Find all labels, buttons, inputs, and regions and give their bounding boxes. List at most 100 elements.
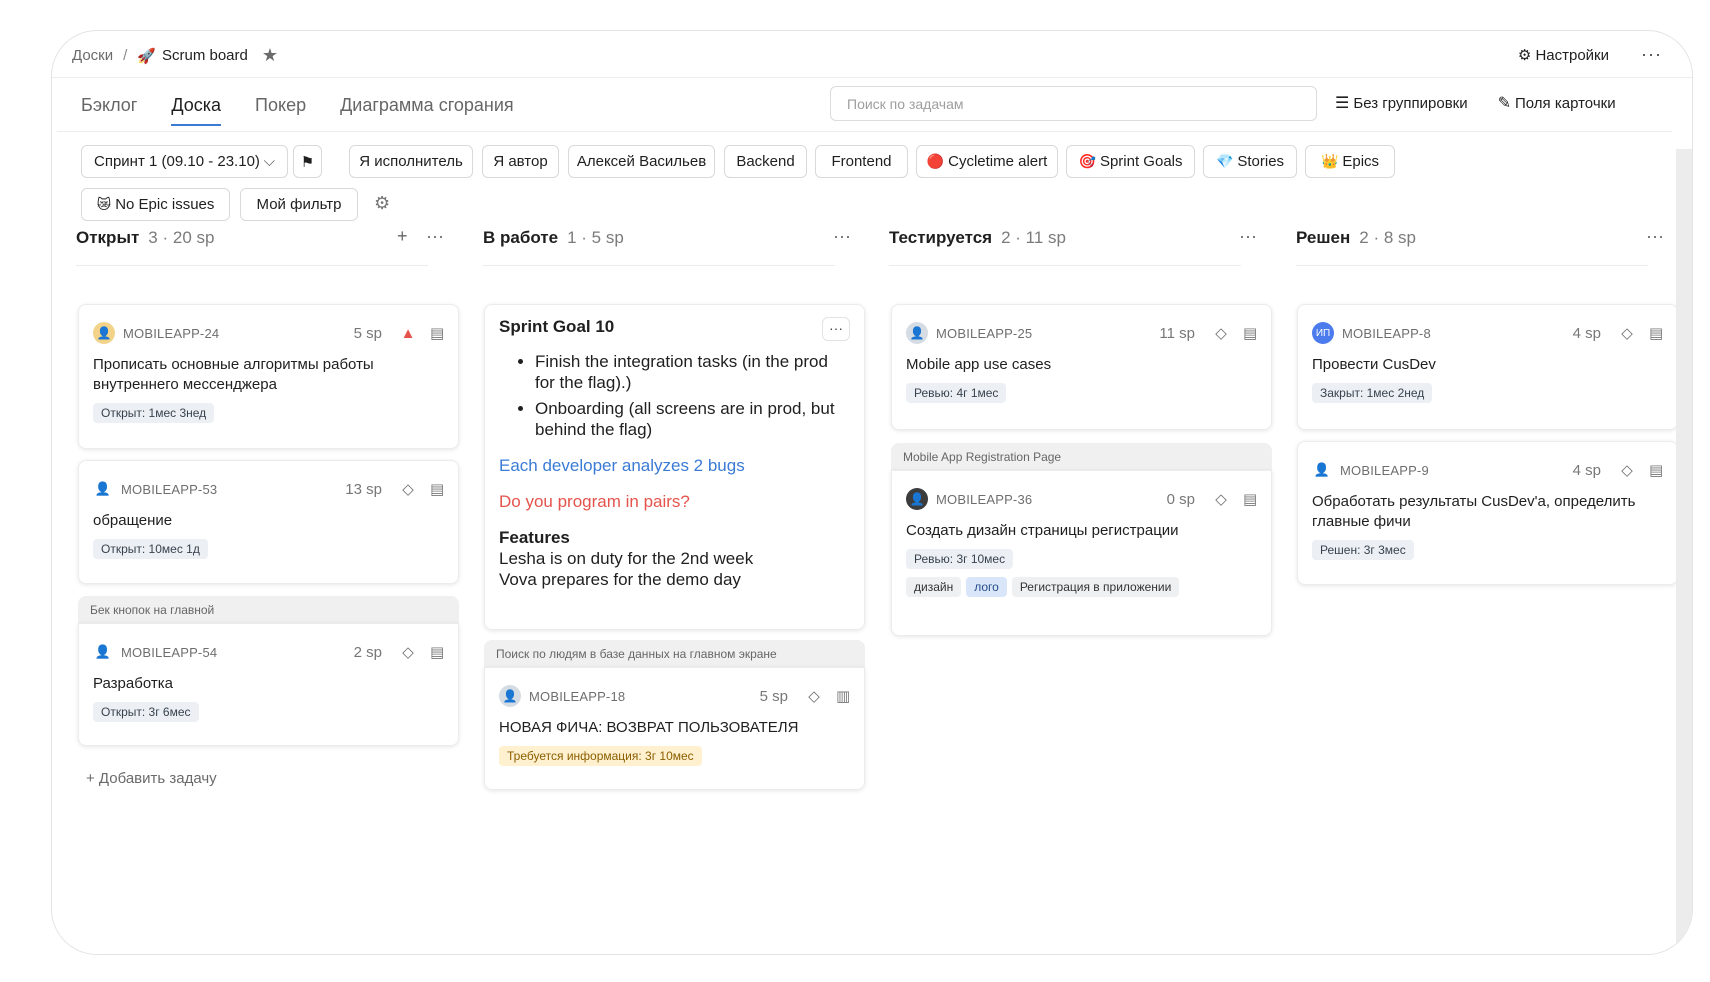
column-meta: 3 · 20 sp (148, 228, 215, 247)
more-menu-icon[interactable]: ··· (1641, 44, 1662, 65)
task-card[interactable]: 👤 MOBILEAPP-24 5 sp ▲ ▤ Прописать основн… (78, 304, 459, 449)
task-key[interactable]: MOBILEAPP-24 (123, 326, 219, 341)
story-points: 13 sp (345, 480, 382, 498)
chip-label: Мой фильтр (256, 196, 342, 213)
task-key[interactable]: MOBILEAPP-54 (121, 645, 217, 660)
diamond-icon: ◇ (1621, 325, 1633, 342)
settings-label: Настройки (1535, 46, 1610, 64)
more-icon[interactable]: ··· (833, 226, 851, 247)
task-card[interactable]: 👤 MOBILEAPP-25 11 sp ◇ ▤ Mobile app use … (891, 304, 1272, 430)
more-icon[interactable]: ··· (822, 317, 850, 341)
tag[interactable]: лого (966, 577, 1007, 597)
tab-poker[interactable]: Покер (255, 95, 306, 126)
diamond-icon: ◇ (402, 481, 414, 498)
list-item: Finish the integration tasks (in the pro… (535, 351, 850, 393)
filter-chip-frontend[interactable]: Frontend (815, 145, 908, 178)
star-icon[interactable]: ★ (262, 45, 278, 66)
task-key[interactable]: MOBILEAPP-53 (121, 482, 217, 497)
filter-chip-sprint-goals[interactable]: 🎯 Sprint Goals (1066, 145, 1195, 178)
document-icon: ▤ (430, 481, 445, 498)
column-title: В работе (483, 228, 559, 247)
tab-board[interactable]: Доска (171, 95, 222, 126)
column-header-testing: Тестируется 2 · 11 sp (889, 228, 1066, 248)
chip-label: Алексей Васильев (576, 153, 707, 170)
document-icon: ▤ (1649, 462, 1664, 479)
user-icon: 👤 (94, 481, 112, 496)
story-points: 11 sp (1159, 324, 1195, 342)
filter-chip-epics[interactable]: 👑 Epics (1305, 145, 1395, 178)
goal-question: Do you program in pairs? (499, 492, 690, 511)
grouping-icon: ☰ (1335, 95, 1350, 112)
chip-label: No Epic issues (115, 196, 215, 213)
chevron-down-icon: ⌵ (263, 153, 275, 170)
tag[interactable]: Регистрация в приложении (1011, 577, 1180, 597)
list-item: Onboarding (all screens are in prod, but… (535, 398, 850, 440)
filter-chip-backend[interactable]: Backend (724, 145, 807, 178)
filter-chip-no-epic[interactable]: 😿 No Epic issues (81, 188, 230, 221)
task-card[interactable]: 👤 MOBILEAPP-18 5 sp ◇ ▥ НОВАЯ ФИЧА: ВОЗВ… (484, 667, 865, 790)
task-card[interactable]: 👤 MOBILEAPP-53 13 sp ◇ ▤ обращение Откры… (78, 460, 459, 584)
card-fields-button[interactable]: ✎ Поля карточки (1498, 93, 1616, 113)
red-circle-icon: 🔴 (926, 153, 945, 169)
task-card[interactable]: 👤 MOBILEAPP-9 4 sp ◇ ▤ Обработать резуль… (1297, 441, 1678, 585)
tab-burndown[interactable]: Диаграмма сгорания (340, 95, 514, 126)
document-icon: ▤ (430, 325, 445, 342)
chip-label: Backend (736, 153, 795, 170)
diamond-icon: ◇ (1621, 462, 1633, 479)
search-input[interactable] (847, 95, 1300, 112)
board-name[interactable]: Scrum board (162, 47, 248, 64)
task-key[interactable]: MOBILEAPP-8 (1342, 326, 1431, 341)
filter-chip-assignee[interactable]: Я исполнитель (349, 145, 473, 178)
filter-settings-icon[interactable]: ⚙ (374, 193, 390, 214)
top-bar: Доски / 🚀 Scrum board ★ ⚙ Настройки ··· (52, 31, 1692, 78)
column-header-resolved: Решен 2 · 8 sp (1296, 228, 1416, 248)
tag[interactable]: дизайн (906, 577, 962, 597)
document-icon: ▤ (1243, 325, 1258, 342)
column-title: Решен (1296, 228, 1351, 247)
filter-chip-my-filter[interactable]: Мой фильтр (240, 188, 358, 221)
task-card[interactable]: ИП MOBILEAPP-8 4 sp ◇ ▤ Провести CusDev … (1297, 304, 1678, 430)
task-key[interactable]: MOBILEAPP-9 (1340, 463, 1429, 478)
more-icon[interactable]: ··· (1646, 226, 1664, 247)
status-badge: Решен: 3г 3мес (1312, 540, 1414, 560)
scrollbar[interactable] (1676, 149, 1692, 954)
story-points: 4 sp (1572, 461, 1601, 479)
epic-group-label: Mobile App Registration Page (891, 443, 1272, 471)
settings-button[interactable]: ⚙ Настройки (1518, 46, 1609, 64)
add-icon[interactable]: + (397, 226, 408, 247)
tab-backlog[interactable]: Бэклог (81, 95, 137, 126)
grouping-label: Без группировки (1353, 95, 1468, 112)
column-meta: 1 · 5 sp (567, 228, 624, 247)
sprint-goal-card[interactable]: Sprint Goal 10 ··· Finish the integratio… (484, 304, 865, 630)
filter-chip-person[interactable]: Алексей Васильев (568, 145, 715, 178)
task-key[interactable]: MOBILEAPP-18 (529, 689, 625, 704)
add-task-button[interactable]: + Добавить задачу (86, 770, 217, 787)
flag-filter-button[interactable]: ⚑ (293, 145, 322, 178)
document-icon: ▤ (430, 644, 445, 661)
features-heading: Features (499, 528, 570, 547)
task-card[interactable]: 👤 MOBILEAPP-36 0 sp ◇ ▤ Создать дизайн с… (891, 470, 1272, 636)
chip-label: Stories (1237, 153, 1285, 170)
grouping-button[interactable]: ☰ Без группировки (1335, 93, 1468, 113)
crown-icon: 👑 (1320, 153, 1339, 169)
filter-chip-stories[interactable]: 💎 Stories (1203, 145, 1297, 178)
task-key[interactable]: MOBILEAPP-25 (936, 326, 1032, 341)
avatar: 👤 (93, 322, 115, 344)
feature-line: Vova prepares for the demo day (499, 570, 741, 589)
status-badge: Требуется информация: 3г 10мес (499, 746, 702, 766)
breadcrumb-root[interactable]: Доски (72, 47, 113, 64)
avatar: 👤 (906, 488, 928, 510)
task-card[interactable]: 👤 MOBILEAPP-54 2 sp ◇ ▤ Разработка Откры… (78, 623, 459, 746)
user-icon: 👤 (94, 644, 112, 659)
sprint-select[interactable]: Спринт 1 (09.10 - 23.10) ⌵ (81, 145, 288, 178)
sprint-goal-list: Finish the integration tasks (in the pro… (535, 351, 850, 440)
filter-chip-author[interactable]: Я автор (482, 145, 559, 178)
task-key[interactable]: MOBILEAPP-36 (936, 492, 1032, 507)
task-title: НОВАЯ ФИЧА: ВОЗВРАТ ПОЛЬЗОВАТЕЛЯ (499, 719, 799, 736)
filter-chip-cycletime[interactable]: 🔴 Cycletime alert (916, 145, 1058, 178)
avatar: 👤 (906, 322, 928, 344)
more-icon[interactable]: ··· (1239, 226, 1257, 247)
goal-link[interactable]: Each developer analyzes 2 bugs (499, 456, 850, 476)
flag-icon: ⚑ (300, 153, 315, 171)
more-icon[interactable]: ··· (426, 226, 444, 247)
